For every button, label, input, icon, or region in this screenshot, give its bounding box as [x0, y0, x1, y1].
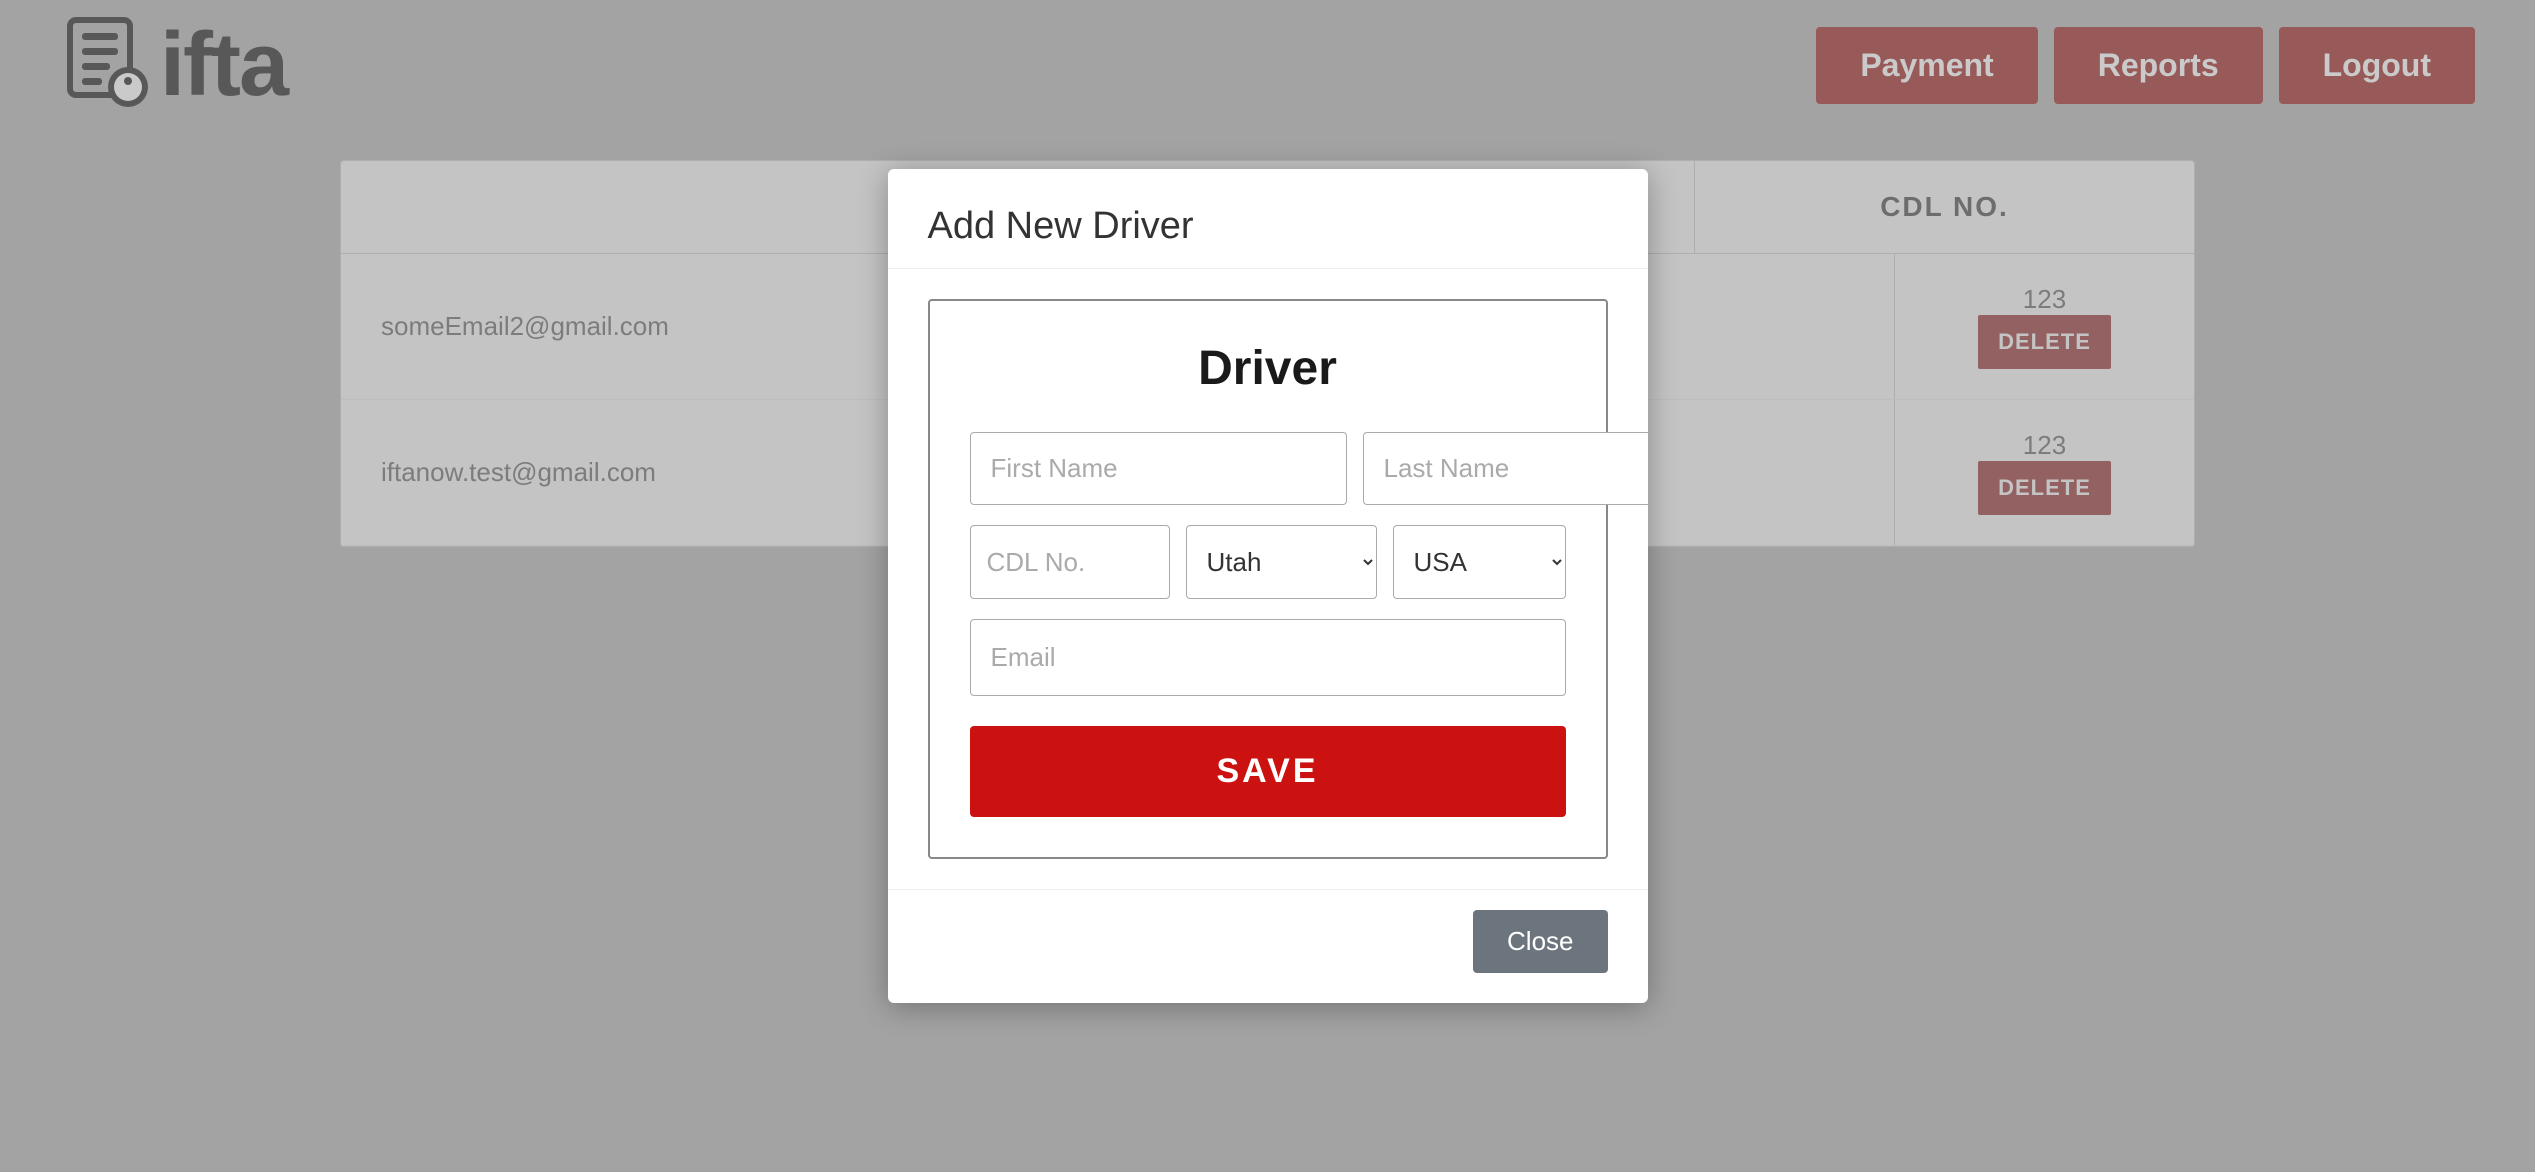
- modal-footer: Close: [888, 889, 1648, 1003]
- add-driver-modal: Add New Driver Driver Utah California Te…: [888, 169, 1648, 1003]
- save-button[interactable]: SAVE: [970, 726, 1566, 817]
- country-select[interactable]: USA Canada Mexico: [1393, 525, 1566, 599]
- email-row: [970, 619, 1566, 696]
- state-select[interactable]: Utah California Texas Nevada Arizona Col…: [1186, 525, 1377, 599]
- last-name-input[interactable]: [1363, 432, 1648, 505]
- cdl-number-input[interactable]: [970, 525, 1170, 599]
- email-input[interactable]: [970, 619, 1566, 696]
- cdl-row: Utah California Texas Nevada Arizona Col…: [970, 525, 1566, 599]
- driver-card-title: Driver: [970, 341, 1566, 396]
- first-name-input[interactable]: [970, 432, 1347, 505]
- modal-title: Add New Driver: [888, 169, 1648, 269]
- name-row: [970, 432, 1566, 505]
- driver-card: Driver Utah California Texas Nevada Ariz…: [928, 299, 1608, 859]
- modal-body: Driver Utah California Texas Nevada Ariz…: [888, 269, 1648, 889]
- close-button[interactable]: Close: [1473, 910, 1607, 973]
